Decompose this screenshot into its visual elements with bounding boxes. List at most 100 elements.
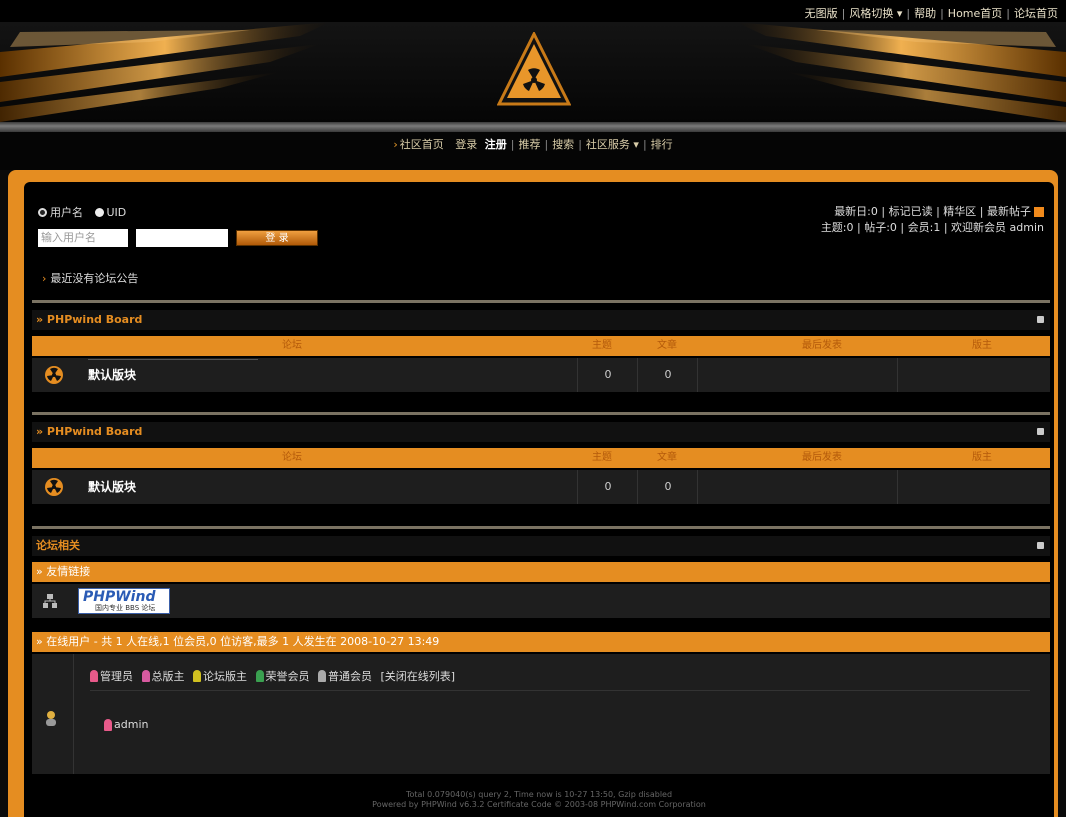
banner-divider bbox=[0, 122, 1066, 132]
main-nav: › 社区首页 登录 注册 | 推荐 | 搜索 | 社区服务 ▾ | 排行 bbox=[0, 132, 1066, 170]
collapse-icon[interactable] bbox=[1037, 428, 1044, 435]
announcement-text: 最近没有论坛公告 bbox=[50, 272, 139, 285]
collapse-icon[interactable] bbox=[1037, 542, 1044, 549]
close-online-list-link[interactable]: [关闭在线列表] bbox=[381, 670, 456, 683]
friend-links-bar: » 友情链接 bbox=[32, 562, 1050, 582]
nav-ranking[interactable]: 排行 bbox=[651, 138, 673, 151]
col-forum: 论坛 bbox=[282, 340, 302, 351]
top-bar: 无图版 | 风格切换 ▾ | 帮助 | Home首页 | 论坛首页 bbox=[0, 0, 1066, 22]
footer-line-1: Total 0.079040(s) query 2, Time now is 1… bbox=[405, 790, 673, 799]
related-header: 论坛相关 bbox=[32, 536, 1050, 556]
board-2-title[interactable]: » PHPwind Board bbox=[32, 425, 142, 438]
username-input[interactable]: 输入用户名 bbox=[38, 229, 128, 247]
friend-links-title: » 友情链接 bbox=[36, 565, 91, 578]
network-icon bbox=[43, 594, 57, 608]
online-users-title[interactable]: » 在线用户 - 共 1 人在线,1 位会员,0 位访客,最多 1 人发生在 2… bbox=[32, 635, 439, 648]
content-area: 用户名 UID 输入用户名 登 录 › 最近没有论坛公告 最新日:0 | 标记已读… bbox=[24, 182, 1054, 817]
phpwind-logo-subtext: 国内专业 BBS 论坛 bbox=[95, 604, 156, 612]
board-1-header: » PHPwind Board bbox=[32, 310, 1050, 330]
legend-honor-member: 荣誉会员 bbox=[265, 670, 310, 683]
col-topics: 主题 bbox=[592, 452, 612, 463]
radio-uid-label: UID bbox=[106, 205, 127, 219]
related-title: 论坛相关 bbox=[36, 539, 80, 552]
board-1-forum-row: 默认版块 0 0 bbox=[32, 358, 1050, 392]
top-link-forum-home[interactable]: 论坛首页 bbox=[1014, 7, 1058, 20]
legend-member: 普通会员 bbox=[328, 670, 372, 683]
phpwind-logo-text: PHPWind bbox=[83, 589, 156, 605]
board-2-forum-row: 默认版块 0 0 bbox=[32, 470, 1050, 504]
online-users-bar: » 在线用户 - 共 1 人在线,1 位会员,0 位访客,最多 1 人发生在 2… bbox=[32, 632, 1050, 652]
collapse-icon[interactable] bbox=[1037, 316, 1044, 323]
forum-topics-count: 0 bbox=[577, 358, 638, 392]
banner-streaks-right bbox=[736, 22, 1066, 122]
col-posts: 文章 bbox=[657, 452, 677, 463]
legend-admin: 管理员 bbox=[100, 670, 133, 683]
col-last-post: 最后发表 bbox=[802, 452, 842, 463]
nav-community-service[interactable]: 社区服务 ▾ bbox=[586, 138, 639, 151]
forum-status-icon bbox=[45, 366, 63, 384]
forum-posts-count: 0 bbox=[637, 358, 698, 392]
board-1-column-header: 论坛 主题 文章 最后发表 版主 bbox=[32, 336, 1050, 356]
password-input[interactable] bbox=[136, 229, 228, 247]
col-moderator: 版主 bbox=[972, 340, 992, 351]
forum-topics-count: 0 bbox=[577, 470, 638, 504]
phpwind-link-logo[interactable]: PHPWind 国内专业 BBS 论坛 bbox=[78, 588, 170, 614]
board-2-divider bbox=[32, 412, 1050, 415]
forum-name-link[interactable]: 默认版块 bbox=[88, 358, 136, 392]
forum-stats: 最新日:0 | 标记已读 | 精华区 | 最新帖子 主题:0 | 帖子:0 | … bbox=[821, 204, 1044, 236]
footer: Total 0.079040(s) query 2, Time now is 1… bbox=[24, 790, 1054, 810]
nav-search[interactable]: 搜索 bbox=[552, 138, 574, 151]
board-1-title[interactable]: » PHPwind Board bbox=[32, 313, 142, 326]
forum-posts-count: 0 bbox=[637, 470, 698, 504]
top-link-help[interactable]: 帮助 bbox=[914, 7, 936, 20]
related-divider bbox=[32, 526, 1050, 529]
header-banner bbox=[0, 22, 1066, 122]
col-forum: 论坛 bbox=[282, 452, 302, 463]
radiation-warning-logo-icon bbox=[497, 32, 571, 106]
online-users-panel: 管理员 总版主 论坛版主 荣誉会员 普通会员 [关闭在线列表] admin bbox=[32, 654, 1050, 774]
online-username: admin bbox=[114, 718, 149, 731]
login-button[interactable]: 登 录 bbox=[236, 230, 318, 246]
user-group-icon bbox=[46, 711, 56, 726]
online-user-admin[interactable]: admin bbox=[104, 718, 148, 731]
forum-last-post bbox=[697, 470, 898, 504]
legend-super-mod: 总版主 bbox=[151, 670, 185, 683]
radio-username[interactable] bbox=[38, 207, 47, 217]
board-1-divider bbox=[32, 300, 1050, 303]
nav-recommend[interactable]: 推荐 bbox=[518, 138, 540, 151]
banner-streaks-left bbox=[0, 22, 330, 122]
legend-forum-mod: 论坛版主 bbox=[203, 670, 247, 683]
login-type-options: 用户名 UID bbox=[38, 204, 134, 220]
board-2-column-header: 论坛 主题 文章 最后发表 版主 bbox=[32, 448, 1050, 468]
radio-uid[interactable] bbox=[94, 207, 104, 217]
top-link-home[interactable]: Home首页 bbox=[948, 7, 1002, 20]
col-moderator: 版主 bbox=[972, 452, 992, 463]
nav-login[interactable]: 登录 bbox=[455, 138, 477, 151]
super-mod-user-icon bbox=[141, 670, 150, 682]
forum-name-link[interactable]: 默认版块 bbox=[88, 470, 136, 504]
friend-links-row: PHPWind 国内专业 BBS 论坛 bbox=[32, 584, 1050, 618]
footer-line-2: Powered by PHPWind v6.3.2 Certificate Co… bbox=[372, 800, 706, 809]
forum-moderator bbox=[897, 358, 1051, 392]
nav-community-home[interactable]: 社区首页 bbox=[400, 138, 444, 151]
top-link-text-version[interactable]: 无图版 bbox=[805, 7, 838, 20]
top-link-style-switch[interactable]: 风格切换 ▾ bbox=[849, 7, 902, 20]
forum-status-icon bbox=[45, 478, 63, 496]
online-legend: 管理员 总版主 论坛版主 荣誉会员 普通会员 [关闭在线列表] bbox=[90, 668, 455, 684]
admin-user-icon bbox=[104, 719, 112, 731]
board-2-header: » PHPwind Board bbox=[32, 422, 1050, 442]
stats-line-2[interactable]: 主题:0 | 帖子:0 | 会员:1 | 欢迎新会员 admin bbox=[821, 220, 1044, 236]
col-last-post: 最后发表 bbox=[802, 340, 842, 351]
announcement: › 最近没有论坛公告 bbox=[42, 272, 139, 285]
forum-mod-user-icon bbox=[193, 670, 201, 682]
member-user-icon bbox=[318, 670, 326, 682]
col-posts: 文章 bbox=[657, 340, 677, 351]
honor-member-user-icon bbox=[255, 670, 264, 682]
top-links: 无图版 | 风格切换 ▾ | 帮助 | Home首页 | 论坛首页 bbox=[804, 7, 1058, 20]
nav-register[interactable]: 注册 bbox=[485, 138, 507, 151]
rss-icon[interactable] bbox=[1034, 207, 1044, 217]
forum-moderator bbox=[897, 470, 1051, 504]
stats-line-1[interactable]: 最新日:0 | 标记已读 | 精华区 | 最新帖子 bbox=[834, 205, 1031, 218]
admin-user-icon bbox=[90, 670, 98, 682]
col-topics: 主题 bbox=[592, 340, 612, 351]
